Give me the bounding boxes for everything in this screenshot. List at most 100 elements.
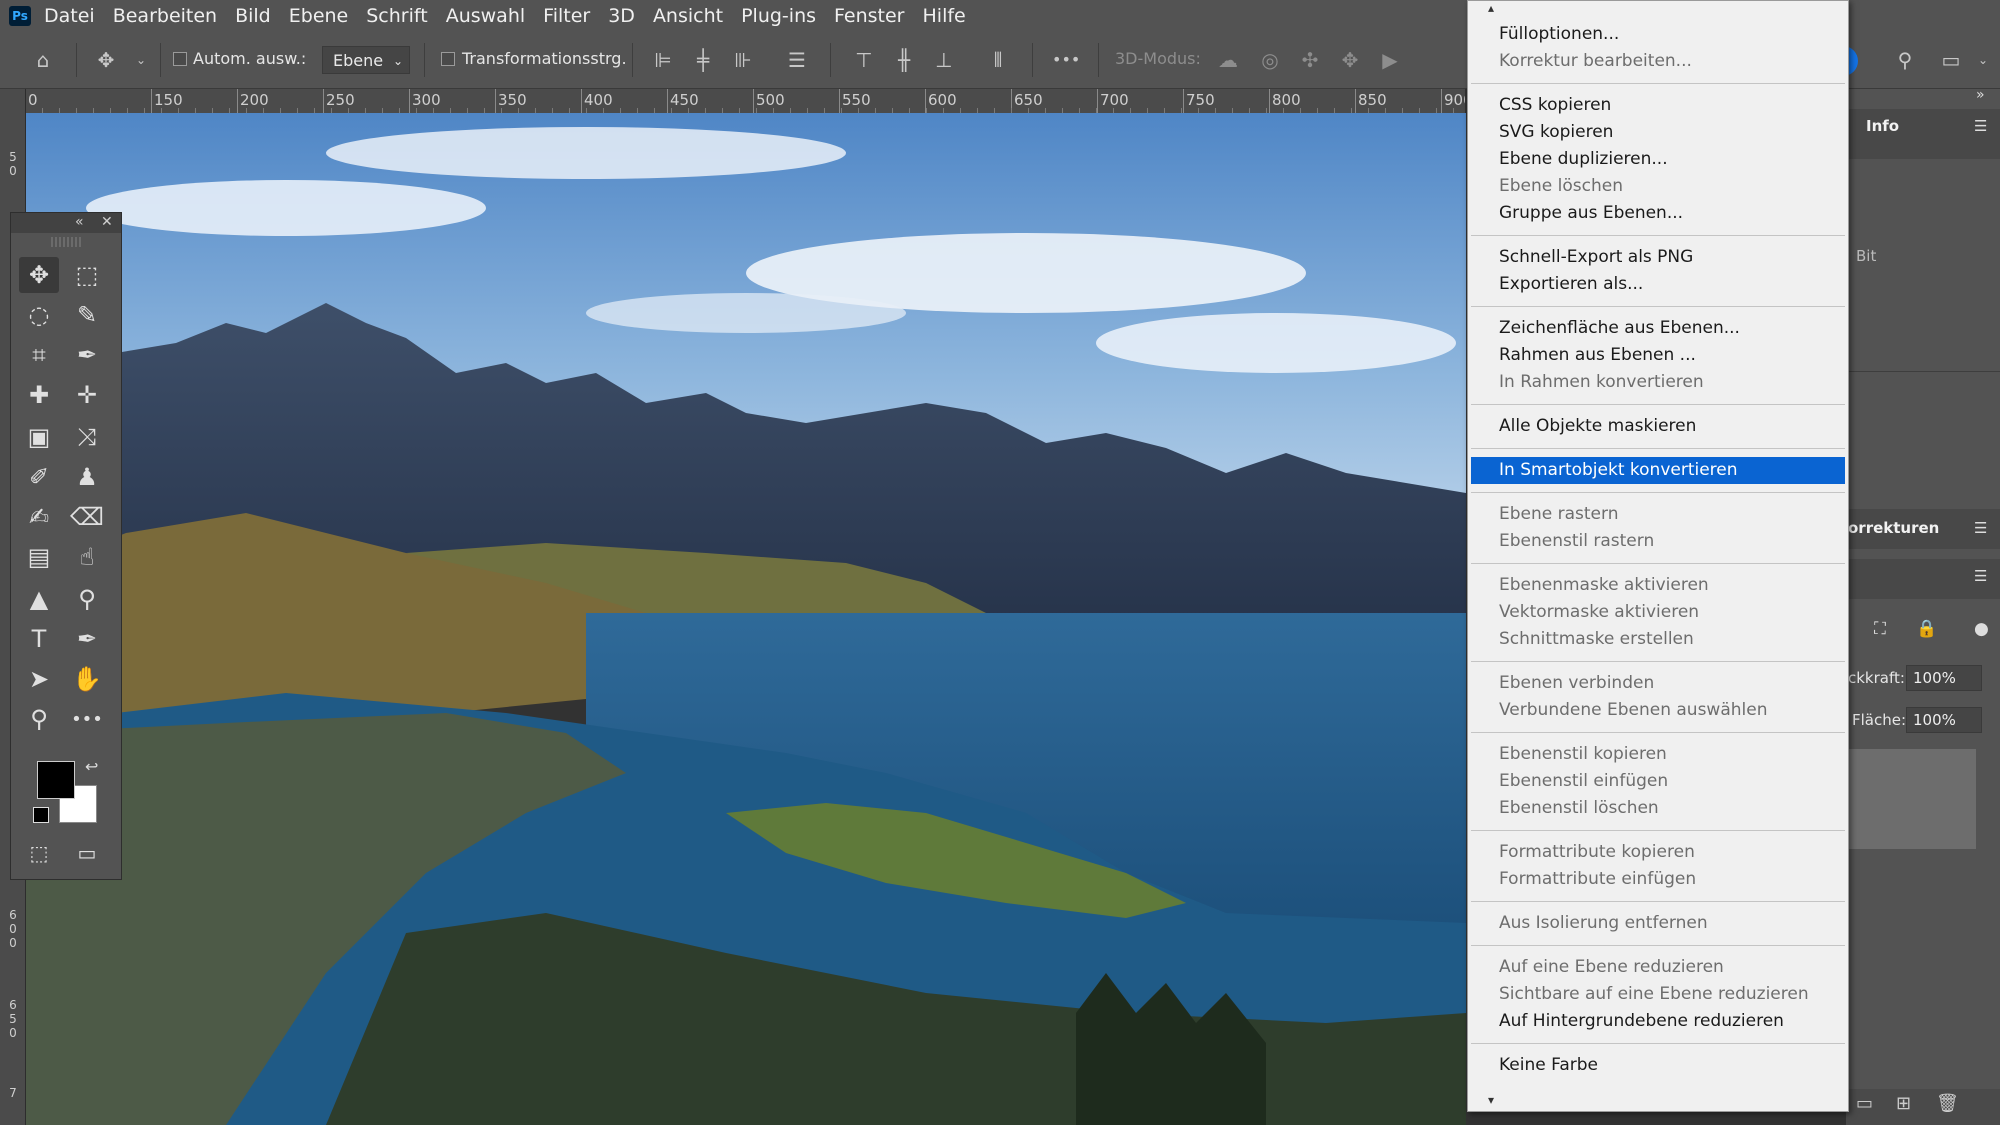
frame-tool-icon[interactable]: ▣	[19, 419, 59, 455]
default-colors-icon[interactable]	[33, 807, 49, 823]
menu-item-auf-hintergrundebene-reduzieren[interactable]: Auf Hintergrundebene reduzieren	[1471, 1008, 1845, 1035]
healing-brush-tool-icon[interactable]: ✛	[67, 377, 107, 413]
eraser-tool-icon[interactable]: ⌫	[67, 499, 107, 535]
menu-item-exportieren-als[interactable]: Exportieren als...	[1471, 271, 1845, 298]
path-selection-tool-icon[interactable]: ➤	[19, 661, 59, 697]
3d-scale-icon[interactable]: ▶	[1377, 47, 1403, 73]
search-icon[interactable]: ⚲	[1892, 47, 1918, 73]
align-middle-icon[interactable]: ╫	[891, 47, 917, 73]
menu-item-gruppe-aus-ebenen[interactable]: Gruppe aus Ebenen...	[1471, 200, 1845, 227]
spot-healing-tool-icon[interactable]: ✚	[19, 377, 59, 413]
ruler-vertical-label: 5	[9, 150, 17, 164]
menu-filter[interactable]: Filter	[543, 5, 590, 27]
tool-preset-chevron-icon[interactable]: ⌄	[128, 47, 154, 73]
layers-panel-menu-icon[interactable]: ☰	[1974, 567, 1987, 585]
tab-info[interactable]: Info	[1866, 117, 1899, 135]
expand-panels-icon[interactable]: »	[1976, 87, 1985, 103]
eyedropper-tool-icon[interactable]: ✒	[67, 337, 107, 373]
collapse-panel-icon[interactable]: «	[75, 214, 84, 230]
quick-selection-tool-icon[interactable]: ✎	[67, 297, 107, 333]
ruler-vertical-label: 7	[9, 1086, 17, 1100]
menu-item-zeichenfläche-aus-ebenen[interactable]: Zeichenfläche aus Ebenen...	[1471, 315, 1845, 342]
align-center-icon[interactable]: ╪	[690, 47, 716, 73]
align-right-icon[interactable]: ⊪	[730, 47, 756, 73]
type-tool-icon[interactable]: T	[19, 621, 59, 657]
swap-colors-icon[interactable]: ↩	[85, 757, 98, 776]
auto-select-dropdown[interactable]: Ebene ⌄	[322, 46, 410, 74]
panel-grip[interactable]	[51, 237, 81, 247]
home-icon[interactable]: ⌂	[30, 47, 56, 73]
menu-auswahl[interactable]: Auswahl	[446, 5, 525, 27]
menu-bild[interactable]: Bild	[235, 5, 271, 27]
tab-corrections[interactable]: orrekturen	[1848, 519, 1939, 537]
scroll-up-icon[interactable]: ▴	[1488, 1, 1494, 15]
quick-mask-icon[interactable]: ⬚	[19, 835, 59, 871]
menu-fenster[interactable]: Fenster	[834, 5, 904, 27]
menu-3d[interactable]: 3D	[608, 5, 635, 27]
hand-tool-icon[interactable]: ✋	[67, 661, 107, 697]
3d-roll-icon[interactable]: ◎	[1257, 47, 1283, 73]
3d-slide-icon[interactable]: ✥	[1337, 47, 1363, 73]
menu-item-schnell-export-als-png[interactable]: Schnell-Export als PNG	[1471, 244, 1845, 271]
menu-item-rahmen-aus-ebenen[interactable]: Rahmen aus Ebenen ...	[1471, 342, 1845, 369]
align-top-icon[interactable]: ⊤	[851, 47, 877, 73]
workspace-icon[interactable]: ▭	[1938, 47, 1964, 73]
menu-hilfe[interactable]: Hilfe	[923, 5, 966, 27]
3d-orbit-icon[interactable]: ☁	[1215, 47, 1241, 73]
scroll-down-icon[interactable]: ▾	[1488, 1093, 1494, 1107]
history-brush-tool-icon[interactable]: ✍	[19, 499, 59, 535]
transform-controls-checkbox[interactable]	[441, 52, 455, 66]
corrections-panel-menu-icon[interactable]: ☰	[1974, 519, 1987, 537]
gradient-tool-icon[interactable]: ▤	[19, 539, 59, 575]
brush-tool-icon[interactable]: ✐	[19, 459, 59, 495]
move-tool-icon[interactable]: ✥	[19, 257, 59, 293]
panel-menu-icon[interactable]: ☰	[1974, 117, 1987, 135]
zoom-tool-icon[interactable]: ⚲	[19, 701, 59, 737]
new-group-icon[interactable]: ▭	[1856, 1093, 1873, 1114]
workspace-chevron-icon[interactable]: ⌄	[1970, 47, 1996, 73]
menu-bearbeiten[interactable]: Bearbeiten	[113, 5, 217, 27]
align-bottom-icon[interactable]: ⊥	[931, 47, 957, 73]
opacity-field[interactable]: 100%	[1906, 665, 1982, 691]
menu-item-css-kopieren[interactable]: CSS kopieren	[1471, 92, 1845, 119]
content-aware-move-tool-icon[interactable]: ⤨	[67, 419, 107, 455]
pen-shape-tool-icon[interactable]: ▲	[19, 581, 59, 617]
foreground-color-swatch[interactable]	[37, 761, 75, 799]
more-tools-icon[interactable]: •••	[67, 701, 107, 737]
menu-ansicht[interactable]: Ansicht	[653, 5, 723, 27]
lock-all-icon[interactable]: 🔒	[1916, 619, 1937, 639]
more-options-icon[interactable]: •••	[1052, 47, 1080, 73]
move-tool-icon[interactable]: ✥	[93, 47, 119, 73]
pen-tool-icon[interactable]: ✒	[67, 621, 107, 657]
lock-artboard-icon[interactable]: ⛶	[1874, 619, 1886, 639]
close-panel-icon[interactable]: ✕	[101, 214, 113, 230]
menu-item-in-smartobjekt-konvertieren[interactable]: In Smartobjekt konvertieren	[1471, 457, 1845, 484]
menu-item-fülloptionen[interactable]: Fülloptionen...	[1471, 21, 1845, 48]
delete-layer-icon[interactable]: 🗑	[1936, 1093, 1959, 1114]
menu-item-keine-farbe[interactable]: Keine Farbe	[1471, 1052, 1845, 1079]
menu-plug-ins[interactable]: Plug-ins	[741, 5, 816, 27]
lasso-tool-icon[interactable]: ◌	[19, 297, 59, 333]
menu-item-alle-objekte-maskieren[interactable]: Alle Objekte maskieren	[1471, 413, 1845, 440]
menu-ebene[interactable]: Ebene	[289, 5, 349, 27]
3d-pan-icon[interactable]: ✣	[1297, 47, 1323, 73]
menu-datei[interactable]: Datei	[44, 5, 95, 27]
document-canvas[interactable]	[26, 113, 1466, 1125]
new-layer-icon[interactable]: ⊞	[1896, 1093, 1911, 1114]
screen-mode-icon[interactable]: ▭	[67, 835, 107, 871]
auto-select-checkbox[interactable]	[173, 52, 187, 66]
crop-tool-icon[interactable]: ⌗	[19, 337, 59, 373]
menu-item-svg-kopieren[interactable]: SVG kopieren	[1471, 119, 1845, 146]
marquee-tool-icon[interactable]: ⬚	[67, 257, 107, 293]
menu-schrift[interactable]: Schrift	[366, 5, 427, 27]
dodge-tool-icon[interactable]: ⚲	[67, 581, 107, 617]
smudge-tool-icon[interactable]: ☝	[67, 539, 107, 575]
clone-stamp-tool-icon[interactable]: ♟	[67, 459, 107, 495]
selected-layer-row[interactable]	[1846, 749, 1976, 849]
distribute-vertical-icon[interactable]: ⦀	[985, 47, 1011, 73]
fill-field[interactable]: 100%	[1906, 707, 1982, 733]
menu-item-ebene-duplizieren[interactable]: Ebene duplizieren...	[1471, 146, 1845, 173]
menu-separator	[1471, 945, 1845, 946]
align-left-icon[interactable]: ⊫	[650, 47, 676, 73]
distribute-icon[interactable]: ☰	[784, 47, 810, 73]
